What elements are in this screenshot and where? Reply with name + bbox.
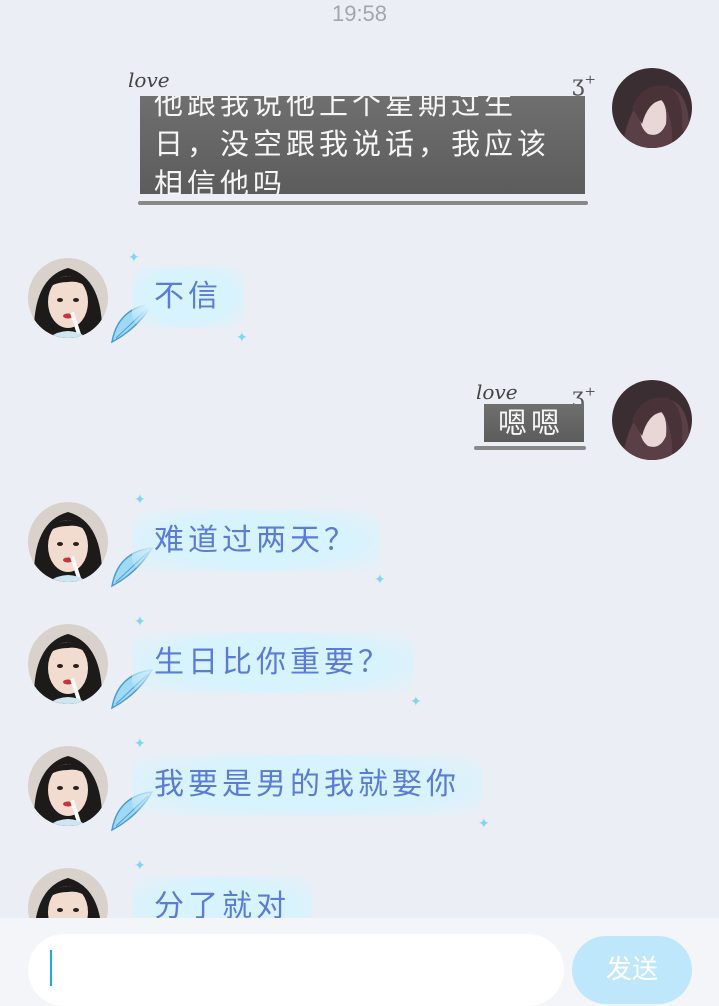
sparkle-icon: ✦: [478, 816, 490, 832]
message-line: 嗯嗯: [498, 406, 565, 440]
text-cursor: [50, 950, 52, 986]
avatar-contact[interactable]: [28, 868, 108, 918]
message-bubble-incoming[interactable]: 不信: [132, 266, 244, 328]
sparkle-icon: ✦: [134, 858, 146, 874]
avatar-self[interactable]: [612, 68, 692, 148]
sparkle-icon: ✦: [128, 250, 140, 266]
message-bubble-incoming[interactable]: 难道过两天？: [132, 510, 380, 572]
message-bubble-incoming[interactable]: 分了就对: [132, 876, 312, 918]
avatar-contact[interactable]: [28, 502, 108, 582]
love-decoration: love: [128, 68, 170, 92]
sparkle-icon: ✦: [134, 492, 146, 508]
underline-decoration: [138, 201, 588, 205]
chat-area[interactable]: love ʒ⁺ 他跟我说他上个星期过生 日，没空跟我说话，我应该 相信他吗 ✦ …: [0, 40, 719, 918]
send-button[interactable]: 发送: [572, 936, 692, 1004]
message-text: 难道过两天？: [154, 523, 358, 558]
sparkle-icon: ✦: [134, 614, 146, 630]
message-line: 日，没空跟我说话，我应该: [154, 127, 551, 161]
avatar-contact[interactable]: [28, 258, 108, 338]
sparkle-icon: ✦: [134, 736, 146, 752]
message-text: 生日比你重要？: [154, 645, 392, 680]
status-time: 19:58: [331, 1, 388, 26]
underline-decoration: [474, 446, 586, 450]
message-bubble-incoming[interactable]: 生日比你重要？: [132, 632, 414, 694]
message-line: 相信他吗: [154, 167, 287, 194]
avatar-contact[interactable]: [28, 624, 108, 704]
avatar-contact[interactable]: [28, 746, 108, 826]
message-text: 分了就对: [154, 889, 290, 918]
message-bubble-incoming[interactable]: 我要是男的我就娶你: [132, 754, 482, 816]
message-text: 我要是男的我就娶你: [154, 767, 460, 802]
sparkle-icon: ✦: [374, 572, 386, 588]
love-decoration: love: [476, 380, 518, 404]
message-line: 他跟我说他上个星期过生: [154, 96, 518, 121]
swirl-decoration: ʒ⁺: [572, 72, 597, 97]
sparkle-icon: ✦: [410, 694, 422, 710]
sparkle-icon: ✦: [236, 330, 248, 346]
message-input[interactable]: [28, 934, 564, 1006]
message-bubble-outgoing[interactable]: 嗯嗯: [484, 404, 584, 442]
composer-bar: 发送: [0, 918, 719, 1006]
avatar-self[interactable]: [612, 380, 692, 460]
message-bubble-outgoing[interactable]: 他跟我说他上个星期过生 日，没空跟我说话，我应该 相信他吗: [140, 96, 585, 194]
message-text: 不信: [154, 279, 222, 314]
